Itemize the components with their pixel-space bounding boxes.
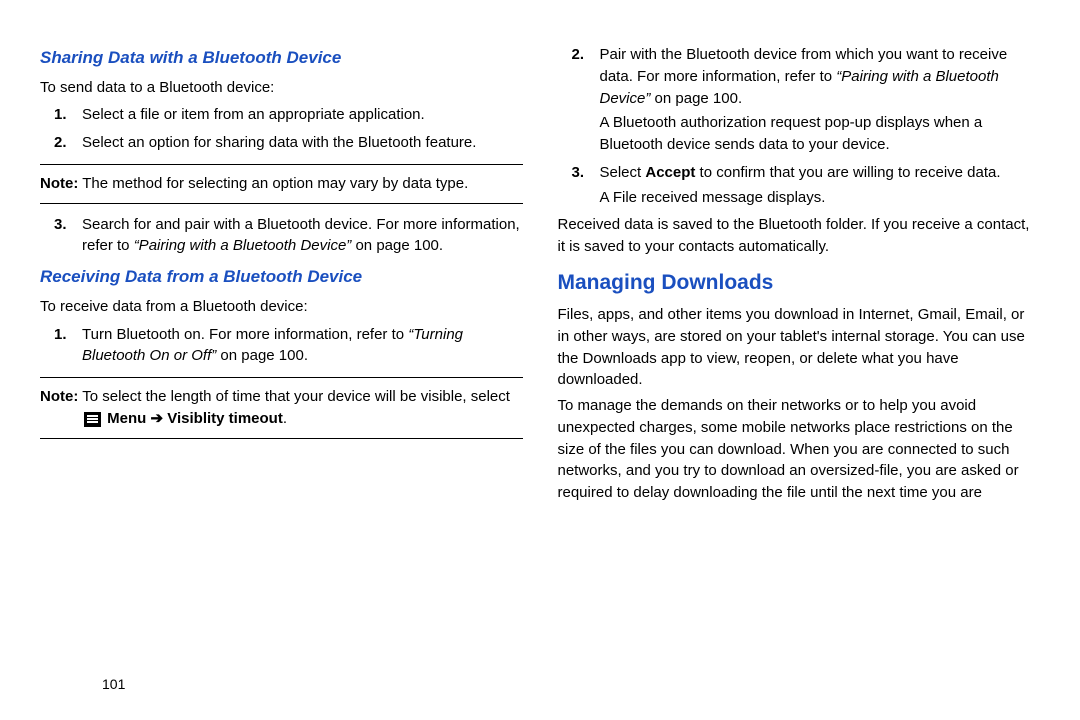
- receiving-intro: To receive data from a Bluetooth device:: [40, 296, 523, 318]
- note-body-a: To select the length of time that your d…: [82, 388, 510, 405]
- pairing-ref: “Pairing with a Bluetooth Device”: [134, 237, 352, 254]
- menu-icon: [84, 412, 101, 427]
- step2-subtext: A Bluetooth authorization request pop-up…: [600, 112, 1041, 156]
- visibility-timeout-text: Visiblity timeout: [167, 410, 283, 427]
- receiving-steps: Turn Bluetooth on. For more information,…: [40, 324, 523, 368]
- receiving-step-2: Pair with the Bluetooth device from whic…: [558, 44, 1041, 156]
- receiving-note: Note: To select the length of time that …: [40, 377, 523, 439]
- managing-downloads-heading: Managing Downloads: [558, 268, 1041, 298]
- sharing-step-2: Select an option for sharing data with t…: [40, 132, 523, 154]
- note-body: The method for selecting an option may v…: [82, 175, 468, 192]
- arrow-icon: ➔: [146, 410, 167, 427]
- step3-subtext: A File received message displays.: [600, 187, 1041, 209]
- sharing-intro: To send data to a Bluetooth device:: [40, 77, 523, 99]
- receiving-steps-right: Pair with the Bluetooth device from whic…: [558, 44, 1041, 208]
- left-column: Sharing Data with a Bluetooth Device To …: [40, 38, 523, 720]
- note-label: Note:: [40, 175, 78, 192]
- note-label: Note:: [40, 388, 78, 405]
- sharing-note: Note: The method for selecting an option…: [40, 164, 523, 204]
- accept-text: Accept: [645, 164, 695, 181]
- receiving-step-1: Turn Bluetooth on. For more information,…: [40, 324, 523, 368]
- managing-p1: Files, apps, and other items you downloa…: [558, 304, 1041, 391]
- sharing-steps-cont: Search for and pair with a Bluetooth dev…: [40, 214, 523, 258]
- page-number: 101: [102, 676, 125, 692]
- managing-p2: To manage the demands on their networks …: [558, 395, 1041, 504]
- sharing-data-heading: Sharing Data with a Bluetooth Device: [40, 46, 523, 71]
- sharing-step-3: Search for and pair with a Bluetooth dev…: [40, 214, 523, 258]
- received-data-para: Received data is saved to the Bluetooth …: [558, 214, 1041, 258]
- right-column: Pair with the Bluetooth device from whic…: [558, 38, 1041, 720]
- receiving-data-heading: Receiving Data from a Bluetooth Device: [40, 265, 523, 290]
- menu-text: Menu: [107, 410, 146, 427]
- sharing-steps: Select a file or item from an appropriat…: [40, 104, 523, 154]
- receiving-step-3: Select Accept to confirm that you are wi…: [558, 162, 1041, 209]
- sharing-step-1: Select a file or item from an appropriat…: [40, 104, 523, 126]
